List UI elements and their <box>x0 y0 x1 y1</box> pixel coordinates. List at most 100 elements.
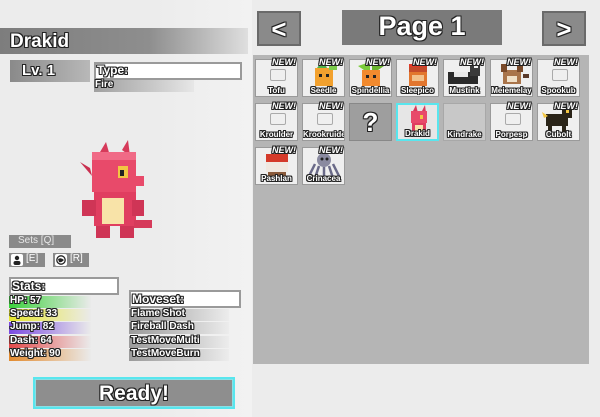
cell-label: Krookruider <box>303 130 344 139</box>
page-title-bar: Page 1 <box>342 10 502 45</box>
move-label: TestMoveBurn <box>131 348 200 359</box>
image-placeholder-icon <box>270 113 286 125</box>
move-item: TestMoveBurn <box>129 348 229 361</box>
creature-grid: NEW! Tofu NEW! Seedle NEW! Spindellia NE… <box>253 55 589 364</box>
stat-speed: Speed: 33 <box>9 308 91 321</box>
person-icon <box>11 254 23 266</box>
prev-page-button[interactable]: < <box>257 11 301 46</box>
creature-name: Drakid <box>10 31 70 52</box>
image-placeholder-icon <box>552 69 568 81</box>
cell-label: Spookub <box>541 86 576 95</box>
globe-icon <box>55 254 67 266</box>
grid-cell-spookub[interactable]: NEW! Spookub <box>537 57 580 97</box>
move-label: Flame Shot <box>131 308 185 319</box>
stat-speed-label: Speed: 33 <box>10 308 58 319</box>
page-title: Page 1 <box>378 11 466 41</box>
cell-label: Spindellia <box>351 86 390 95</box>
type-value: Fire <box>95 79 114 90</box>
cell-label: Kindrake <box>447 130 482 139</box>
move-item: Flame Shot <box>129 308 229 321</box>
stat-hp: HP: 57 <box>9 295 91 308</box>
next-page-button[interactable]: > <box>542 11 586 46</box>
new-badge: NEW! <box>319 101 343 111</box>
grid-cell-kindrake[interactable]: Kindrake <box>443 103 486 141</box>
cell-label: Kroulder <box>259 130 294 139</box>
cell-label: Meiemelay <box>491 86 532 95</box>
move-label: Fireball Dash <box>131 321 194 332</box>
cell-label: Sleepico <box>401 86 434 95</box>
stat-jump: Jump: 82 <box>9 321 91 334</box>
stats-header: Stats: <box>9 277 119 295</box>
ready-button[interactable]: Ready! <box>33 377 235 409</box>
type-label: Type: <box>97 63 129 77</box>
new-badge: NEW! <box>272 57 296 67</box>
new-badge: NEW! <box>507 101 531 111</box>
type-header: Type: <box>94 62 242 80</box>
level-text: Lv. 1 <box>22 62 56 79</box>
grid-cell-seedle[interactable]: NEW! Seedle <box>302 57 345 97</box>
cell-label: Mustink <box>449 86 480 95</box>
character-button[interactable]: [E] <box>9 253 45 267</box>
new-badge: NEW! <box>272 145 296 155</box>
cell-label: Seedle <box>310 86 337 95</box>
move-item: TestMoveMulti <box>129 335 229 348</box>
stat-jump-label: Jump: 82 <box>10 321 54 332</box>
cell-label: Cubolt <box>545 130 572 139</box>
drakid-preview-icon <box>80 140 152 238</box>
sets-label: Sets [Q] <box>18 235 55 246</box>
stat-weight-label: Weight: 90 <box>10 348 61 359</box>
move-item: Fireball Dash <box>129 321 229 334</box>
stat-dash: Dash: 64 <box>9 335 91 348</box>
new-badge: NEW! <box>413 57 437 67</box>
type-value-bar: Fire <box>94 79 194 92</box>
moveset-header: Moveset: <box>129 290 241 308</box>
cell-label: Porpesp <box>495 130 528 139</box>
grid-cell-mustink[interactable]: NEW! Mustink <box>443 57 486 97</box>
grid-cell-porpesp[interactable]: NEW! Porpesp <box>490 101 533 141</box>
stat-weight: Weight: 90 <box>9 348 91 361</box>
cell-label: Pashlan <box>261 174 292 183</box>
grid-cell-kroulder[interactable]: NEW! Kroulder <box>255 101 298 141</box>
move-label: TestMoveMulti <box>131 335 200 346</box>
new-badge: NEW! <box>319 145 343 155</box>
character-key: [E] <box>26 253 39 264</box>
stats-title: Stats: <box>12 279 46 293</box>
image-placeholder-icon <box>505 113 521 125</box>
cell-label: Drakid <box>405 129 430 138</box>
sets-button[interactable]: Sets [Q] <box>9 235 71 248</box>
ready-label: Ready! <box>98 382 170 405</box>
new-badge: NEW! <box>507 57 531 67</box>
stat-dash-label: Dash: 64 <box>10 335 52 346</box>
grid-cell-cubolt[interactable]: NEW! Cubolt <box>537 101 580 141</box>
creature-preview[interactable] <box>70 140 160 250</box>
stat-hp-label: HP: 57 <box>10 295 42 306</box>
moveset-title: Moveset: <box>132 292 185 306</box>
new-badge: NEW! <box>366 57 390 67</box>
cell-label: Tofu <box>268 86 285 95</box>
grid-cell-tofu[interactable]: NEW! Tofu <box>255 57 298 97</box>
grid-cell-drakid[interactable]: Drakid <box>396 103 439 141</box>
image-placeholder-icon <box>317 113 333 125</box>
cell-label: Crinacea <box>306 174 341 183</box>
new-badge: NEW! <box>460 57 484 67</box>
grid-cell-spindellia[interactable]: NEW! Spindellia <box>349 57 392 97</box>
new-badge: NEW! <box>319 57 343 67</box>
grid-cell-unknown[interactable]: ? <box>349 103 392 141</box>
globe-key: [R] <box>70 253 83 264</box>
creature-name-bar: Drakid <box>0 28 248 54</box>
question-mark-icon: ? <box>362 107 379 137</box>
grid-cell-crinacea[interactable]: NEW! Crinacea <box>302 145 345 185</box>
grid-cell-pashlan[interactable]: NEW! Pashlan <box>255 145 298 185</box>
grid-cell-krookruider[interactable]: NEW! Krookruider <box>302 101 345 141</box>
grid-cell-meiemelay[interactable]: NEW! Meiemelay <box>490 57 533 97</box>
prev-arrow: < <box>271 13 287 44</box>
image-placeholder-icon <box>270 69 286 81</box>
creature-info-panel: Drakid Lv. 1 Type: Fire Sets [Q] [E] [R]… <box>0 0 252 417</box>
grid-cell-sleepico[interactable]: NEW! Sleepico <box>396 57 439 97</box>
new-badge: NEW! <box>272 101 296 111</box>
new-badge: NEW! <box>554 57 578 67</box>
level-badge: Lv. 1 <box>10 60 90 82</box>
new-badge: NEW! <box>554 101 578 111</box>
globe-button[interactable]: [R] <box>53 253 89 267</box>
next-arrow: > <box>556 13 572 44</box>
